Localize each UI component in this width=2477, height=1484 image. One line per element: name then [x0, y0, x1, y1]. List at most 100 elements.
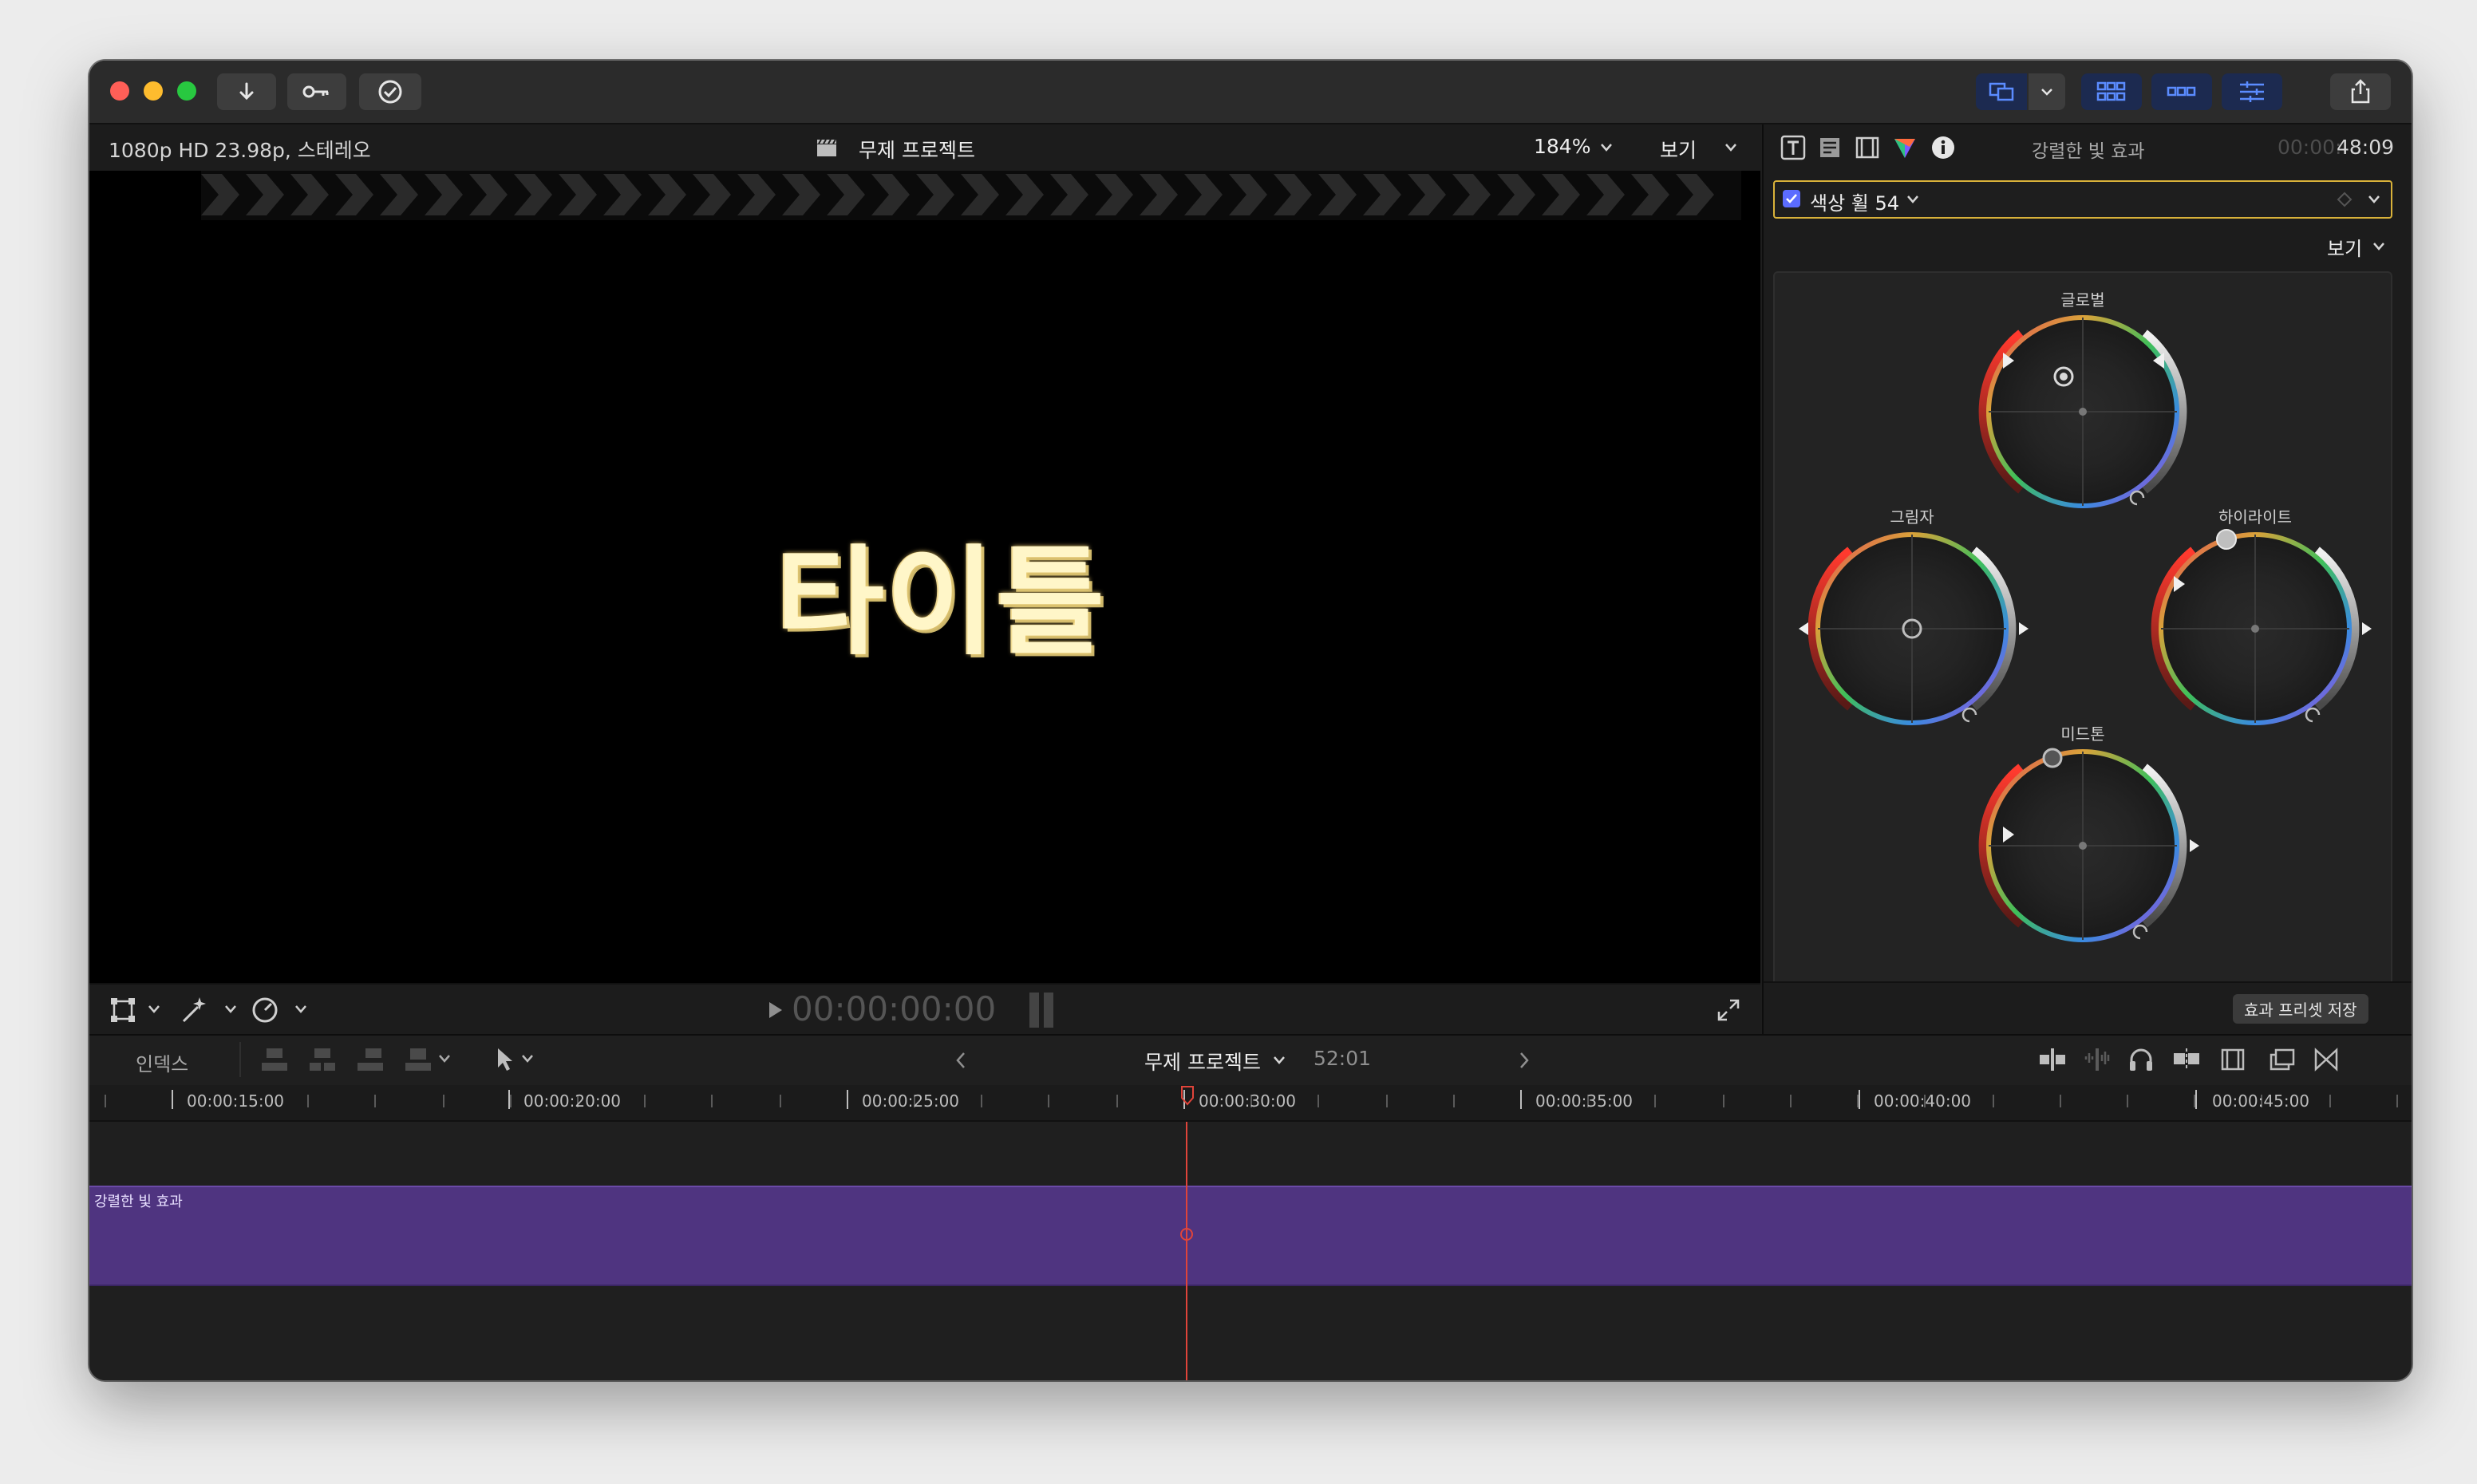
share-button[interactable] [2330, 73, 2391, 110]
ruler-label: 00:00:35:00 [1535, 1091, 1634, 1111]
connect-clip-icon[interactable] [259, 1045, 290, 1074]
timeline-ruler[interactable]: 00:00:15:00 00:00:20:00 00:00:25:00 00:0… [89, 1085, 2412, 1122]
chevron-down-icon[interactable] [520, 1053, 535, 1064]
inspector-toggle-button[interactable] [2222, 73, 2282, 110]
transform-crop-icon[interactable] [109, 996, 137, 1024]
viewer-timecode[interactable]: 00:00:00:00 [792, 989, 996, 1028]
close-button[interactable] [110, 81, 129, 101]
timeline-toggle-button[interactable] [2151, 73, 2212, 110]
audio-skimming-icon[interactable] [2081, 1047, 2113, 1072]
color-inspector-prism-icon[interactable] [1891, 134, 1918, 161]
background-tasks-button[interactable] [359, 73, 421, 110]
highlights-wheel [2151, 529, 2372, 725]
color-wheels-panel: 글로벌 그림자 하이라이트 미드톤 [1773, 271, 2392, 993]
import-arrow-icon [239, 82, 254, 101]
keyword-button[interactable] [287, 73, 346, 110]
ruler-label: 00:00:25:00 [862, 1091, 960, 1111]
window-layout-icon [1989, 82, 2014, 101]
viewer-view-menu[interactable]: 보기 [1660, 135, 1697, 164]
minimize-button[interactable] [144, 81, 163, 101]
share-icon [2351, 79, 2370, 104]
window-layout-button[interactable] [1976, 73, 2027, 110]
play-icon[interactable] [766, 999, 785, 1021]
append-clip-icon[interactable] [354, 1045, 386, 1074]
import-button[interactable] [217, 73, 276, 110]
title-inspector-icon[interactable] [1780, 134, 1807, 161]
insert-clip-icon[interactable] [306, 1045, 338, 1074]
inspector-view-menu[interactable]: 보기 [2327, 233, 2362, 261]
text-inspector-icon[interactable] [1818, 136, 1842, 160]
keyframe-diamond-icon[interactable] [2337, 191, 2353, 207]
snapping-icon[interactable] [2171, 1045, 2202, 1074]
chevron-down-icon[interactable] [2367, 194, 2381, 205]
app-window: 1080p HD 23.98p, 스테레오 무제 프로젝트 184% 보기 타이… [89, 61, 2412, 1380]
info-icon[interactable] [1930, 134, 1957, 161]
inspector-duration-dim: 00:00: [2277, 136, 2342, 159]
inspector-header: 강렬한 빛 효과 00:00: 48:09 [1764, 124, 2412, 171]
zoom-level-menu[interactable]: 184% [1534, 135, 1590, 158]
chevron-down-icon[interactable] [294, 1004, 308, 1015]
ruler-label: 00:00:30:00 [1199, 1091, 1297, 1111]
retime-speedometer-icon[interactable] [249, 994, 281, 1026]
enhance-magic-wand-icon[interactable] [177, 994, 209, 1026]
keyword-key-icon [302, 85, 329, 98]
effect-enable-checkbox[interactable] [1783, 190, 1800, 207]
timeline-project-name[interactable]: 무제 프로젝트 [1144, 1047, 1261, 1076]
main-toolbar [89, 61, 2412, 124]
chevron-down-icon[interactable] [2372, 241, 2386, 252]
timeline-toolbar: 인덱스 무제 프로젝트 52:01 [89, 1034, 2412, 1087]
timeline-clip[interactable]: 강렬한 빛 효과 [89, 1186, 2412, 1286]
ruler-label: 00:00:40:00 [1874, 1091, 1972, 1111]
shadows-wheel-label: 그림자 [1890, 507, 1934, 527]
clip-appearance-icon[interactable] [2218, 1045, 2247, 1074]
chevron-down-icon [2041, 89, 2052, 96]
chevron-down-icon[interactable] [223, 1004, 238, 1015]
effect-header-row[interactable]: 색상 휠 54 [1773, 180, 2392, 219]
index-button[interactable]: 인덱스 [136, 1048, 188, 1076]
inspector-title: 강렬한 빛 효과 [2032, 141, 2145, 162]
format-label: 1080p HD 23.98p, 스테레오 [109, 139, 371, 162]
title-text: 타이틀 [776, 534, 1107, 671]
timeline-index-window-icon[interactable] [2268, 1045, 2297, 1074]
video-viewer[interactable]: 타이틀 [89, 171, 1760, 983]
clip-label: 강렬한 빛 효과 [94, 1194, 183, 1210]
chevron-down-icon[interactable] [437, 1053, 452, 1064]
playhead-line[interactable] [1186, 1122, 1187, 1380]
chevron-down-icon[interactable] [1906, 194, 1920, 205]
background-tasks-check-icon [378, 80, 402, 104]
highlights-wheel-label: 하이라이트 [2218, 507, 2292, 527]
skimming-icon[interactable] [2037, 1047, 2068, 1072]
previous-chevron-icon[interactable] [953, 1050, 969, 1071]
next-chevron-icon[interactable] [1516, 1050, 1532, 1071]
video-inspector-film-icon[interactable] [1855, 136, 1880, 160]
save-effect-preset-button[interactable]: 효과 프리셋 저장 [2233, 994, 2368, 1024]
global-wheel-label: 글로벌 [2060, 290, 2105, 310]
playhead-marker[interactable] [1179, 1085, 1195, 1106]
browser-toggle-button[interactable] [2081, 73, 2142, 110]
audio-meter-right [1044, 993, 1053, 1028]
viewer-project-name: 무제 프로젝트 [859, 139, 975, 162]
zoom-button[interactable] [177, 81, 196, 101]
inspector-sliders-icon [2240, 81, 2264, 102]
effect-name[interactable]: 색상 휠 54 [1810, 187, 1899, 215]
shadows-wheel [1799, 532, 2029, 725]
midtones-wheel-label: 미드톤 [2060, 724, 2105, 744]
inspector-panel: 강렬한 빛 효과 00:00: 48:09 색상 휠 54 보기 글로벌 그림자… [1762, 124, 2412, 1036]
select-arrow-tool-icon[interactable] [493, 1045, 517, 1074]
browser-grid-icon [2096, 81, 2126, 101]
color-wheels-graphic [1799, 315, 2372, 942]
headphones-solo-icon[interactable] [2127, 1045, 2155, 1074]
checkmark-icon [1786, 194, 1797, 203]
ruler-label: 00:00:20:00 [523, 1091, 622, 1111]
overwrite-clip-icon[interactable] [402, 1045, 434, 1074]
fullscreen-expand-icon[interactable] [1714, 996, 1743, 1024]
layout-menu-button[interactable] [2029, 73, 2065, 110]
chevron-down-icon[interactable] [1272, 1055, 1286, 1066]
ruler-label: 00:00:45:00 [2212, 1091, 2310, 1111]
transitions-browser-icon[interactable] [2313, 1045, 2340, 1074]
chevron-down-icon[interactable] [147, 1004, 161, 1015]
chevron-down-icon [1601, 144, 1612, 152]
timeline-strip-icon [2167, 86, 2196, 97]
timeline-tracks[interactable]: 강렬한 빛 효과 [89, 1122, 2412, 1380]
audio-meter-left [1029, 993, 1039, 1028]
